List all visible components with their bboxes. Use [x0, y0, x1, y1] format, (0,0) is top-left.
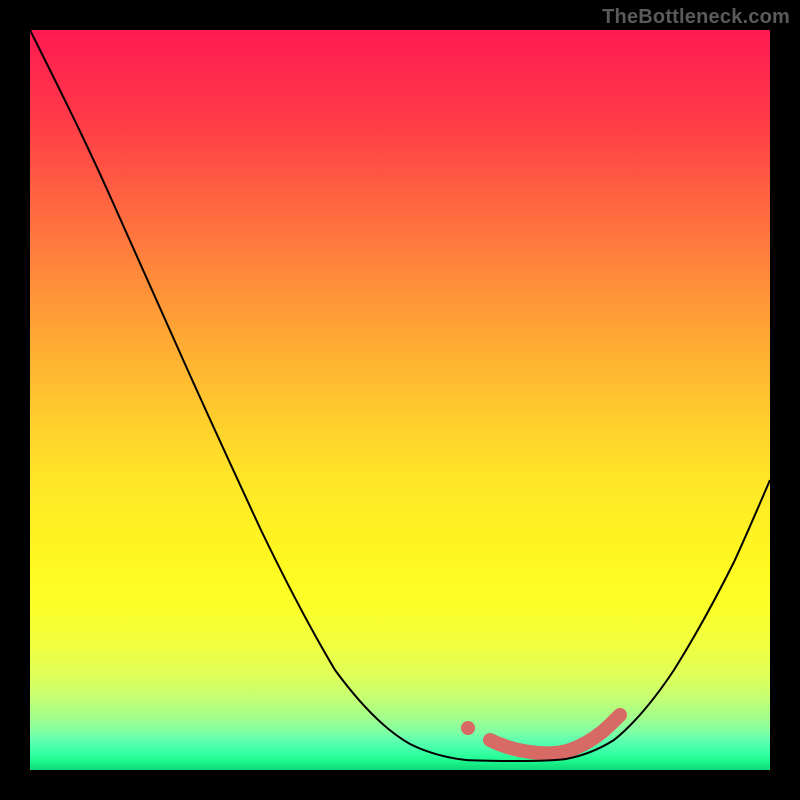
highlight-start-dot	[461, 721, 475, 735]
chart-svg	[30, 30, 770, 770]
plot-area	[30, 30, 770, 770]
attribution-text: TheBottleneck.com	[602, 6, 790, 29]
bottleneck-curve	[30, 30, 770, 761]
highlight-group	[461, 715, 620, 753]
chart-frame: TheBottleneck.com	[0, 0, 800, 800]
